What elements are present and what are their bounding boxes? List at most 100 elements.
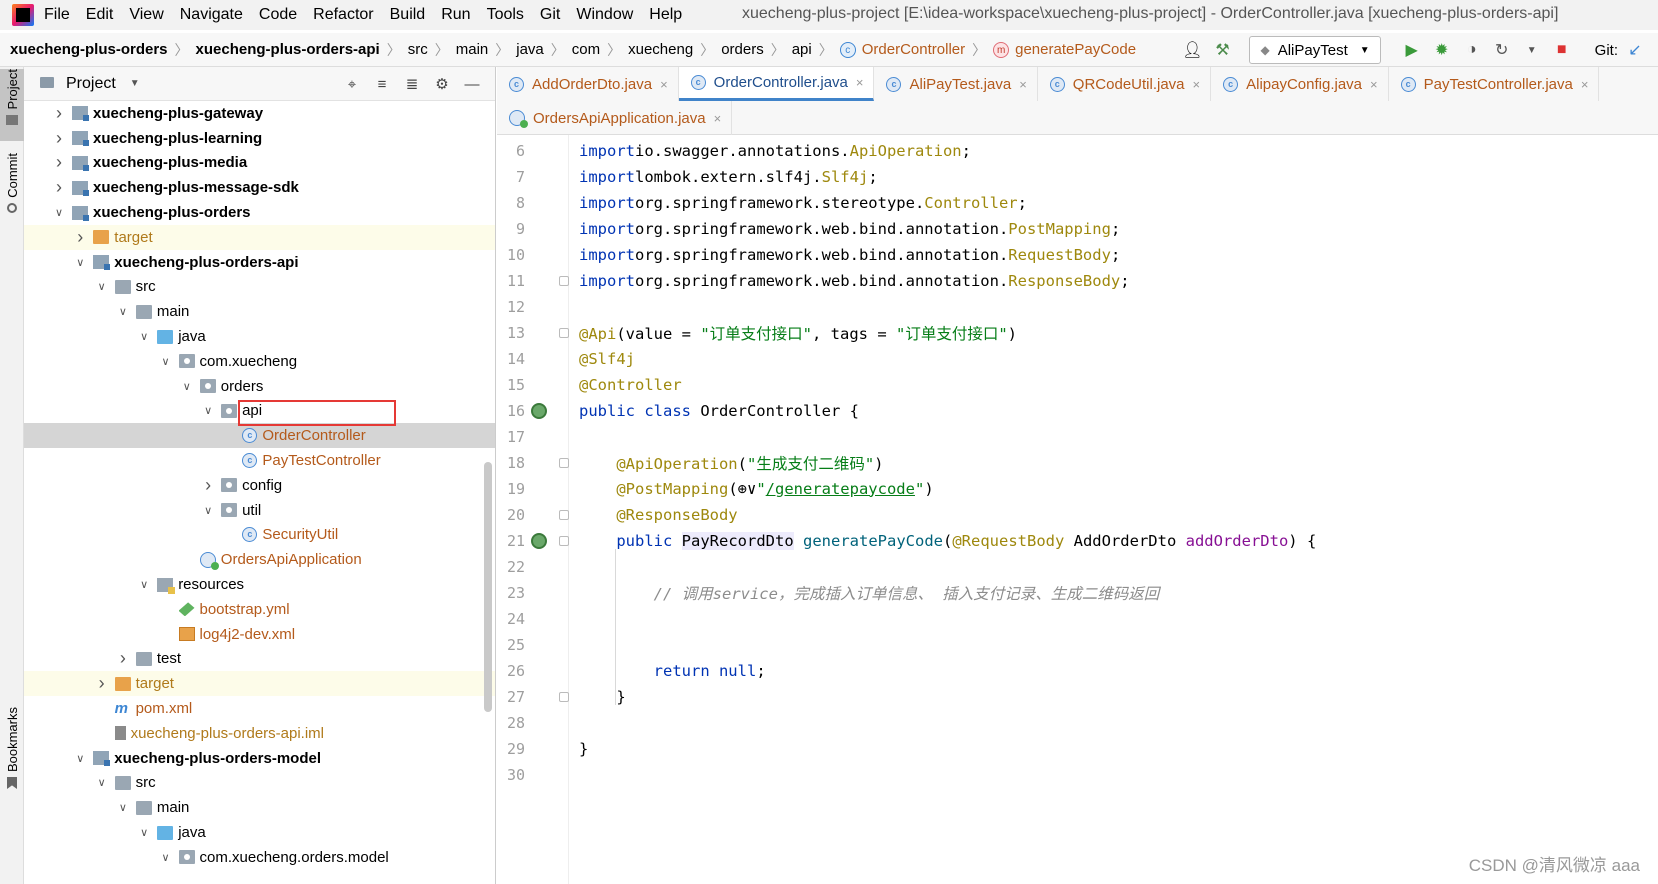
tree-node[interactable]: ∨ xuecheng-plus-orders: [24, 200, 495, 225]
tree-node[interactable]: › xuecheng-plus-learning: [24, 126, 495, 151]
chevron-down-icon[interactable]: ∨: [201, 504, 215, 517]
breadcrumb-item[interactable]: xuecheng: [628, 41, 693, 58]
code-editor[interactable]: 6 importio.swagger.annotations.ApiOperati…: [497, 135, 1658, 884]
profile-icon[interactable]: ↻: [1489, 37, 1515, 63]
tree-node[interactable]: › target: [24, 224, 495, 250]
breadcrumb-item[interactable]: orders: [721, 41, 764, 58]
tree-node[interactable]: ∨ resources: [24, 572, 495, 597]
menu-run[interactable]: Run: [441, 6, 470, 24]
tree-node[interactable]: ∨ com.xuecheng.orders.model: [24, 845, 495, 870]
tree-node[interactable]: ∨ util: [24, 498, 495, 523]
locate-icon[interactable]: ⌖: [337, 71, 367, 97]
build-hammer-icon[interactable]: ⚒: [1209, 37, 1235, 63]
breadcrumb-item[interactable]: com: [572, 41, 600, 58]
tree-node[interactable]: ∨ java: [24, 820, 495, 845]
menu-edit[interactable]: Edit: [86, 6, 114, 24]
spring-bean-icon[interactable]: [531, 532, 547, 549]
chevron-down-icon[interactable]: ∨: [180, 380, 194, 393]
coverage-icon[interactable]: ◑: [1459, 37, 1485, 63]
editor-tab[interactable]: c OrderController.java ×: [678, 67, 875, 101]
tree-node[interactable]: ∨ src: [24, 275, 495, 300]
git-update-icon[interactable]: ↙: [1622, 37, 1648, 63]
tree-node[interactable]: m pom.xml: [24, 696, 495, 721]
editor-tab[interactable]: c AddOrderDto.java ×: [497, 67, 679, 101]
chevron-right-icon[interactable]: ›: [52, 103, 66, 124]
chevron-down-icon[interactable]: ∨: [137, 826, 151, 839]
close-icon[interactable]: ×: [1370, 77, 1378, 92]
tree-node[interactable]: ∨ xuecheng-plus-orders-model: [24, 746, 495, 771]
bookmarks-tool-tab[interactable]: Bookmarks: [0, 707, 24, 807]
debug-icon[interactable]: ✹: [1429, 37, 1455, 63]
gear-icon[interactable]: ⚙: [427, 71, 457, 97]
menu-view[interactable]: View: [129, 6, 163, 24]
chevron-down-icon[interactable]: ∨: [116, 801, 130, 814]
tree-node[interactable]: › config: [24, 473, 495, 498]
tree-node[interactable]: log4j2-dev.xml: [24, 622, 495, 647]
menu-refactor[interactable]: Refactor: [313, 6, 373, 24]
menu-code[interactable]: Code: [259, 6, 297, 24]
chevron-down-icon[interactable]: ∨: [73, 752, 87, 765]
minimize-icon[interactable]: —: [457, 71, 487, 97]
chevron-right-icon[interactable]: ›: [201, 475, 215, 496]
fold-marker-icon[interactable]: [559, 691, 569, 702]
chevron-down-icon[interactable]: ∨: [52, 206, 66, 219]
fold-marker-icon[interactable]: [559, 327, 569, 338]
editor-tab[interactable]: c AlipayConfig.java ×: [1211, 67, 1389, 101]
chevron-down-icon[interactable]: ∨: [73, 256, 87, 269]
breadcrumb-item[interactable]: xuecheng-plus-orders-api: [196, 41, 380, 58]
tree-node[interactable]: ∨ main: [24, 795, 495, 820]
more-run-options-icon[interactable]: ▼: [1519, 37, 1545, 63]
chevron-right-icon[interactable]: ›: [73, 227, 87, 248]
breadcrumb-item[interactable]: xuecheng-plus-orders: [10, 41, 168, 58]
editor-tab[interactable]: c PayTestController.java ×: [1389, 67, 1600, 101]
menu-build[interactable]: Build: [390, 6, 426, 24]
collapse-all-icon[interactable]: ≣: [397, 71, 427, 97]
tree-scrollbar[interactable]: [484, 462, 492, 712]
editor-tab[interactable]: c AliPayTest.java ×: [874, 67, 1038, 101]
tree-node[interactable]: ∨ orders: [24, 374, 495, 399]
menu-git[interactable]: Git: [540, 6, 560, 24]
chevron-right-icon[interactable]: ›: [52, 152, 66, 173]
close-icon[interactable]: ×: [660, 77, 668, 92]
breadcrumb-item[interactable]: main: [456, 41, 489, 58]
chevron-right-icon[interactable]: ›: [116, 648, 130, 669]
tree-node[interactable]: › xuecheng-plus-message-sdk: [24, 175, 495, 200]
breadcrumb-item[interactable]: java: [516, 41, 544, 58]
tree-node[interactable]: › xuecheng-plus-media: [24, 151, 495, 176]
expand-all-icon[interactable]: ≡: [367, 71, 397, 97]
chevron-down-icon[interactable]: ∨: [116, 305, 130, 318]
tree-node[interactable]: › test: [24, 647, 495, 672]
menu-tools[interactable]: Tools: [487, 6, 524, 24]
chevron-down-icon[interactable]: ∨: [95, 776, 109, 789]
breadcrumb-item[interactable]: api: [792, 41, 812, 58]
close-icon[interactable]: ×: [1581, 77, 1589, 92]
close-icon[interactable]: ×: [1019, 77, 1027, 92]
tree-node[interactable]: ∨ java: [24, 324, 495, 349]
tree-node[interactable]: OrdersApiApplication: [24, 547, 495, 572]
run-icon[interactable]: ▶: [1399, 37, 1425, 63]
fold-marker-icon[interactable]: [559, 509, 569, 520]
breadcrumb-item[interactable]: m generatePayCode: [993, 41, 1136, 58]
tree-node[interactable]: ∨ src: [24, 771, 495, 796]
tree-node[interactable]: ∨ com.xuecheng: [24, 349, 495, 374]
stop-icon[interactable]: ■: [1549, 37, 1575, 63]
tree-node[interactable]: › xuecheng-plus-gateway: [24, 101, 495, 126]
user-icon[interactable]: 👤︎: [1179, 37, 1205, 63]
project-tool-tab[interactable]: Project: [0, 69, 24, 141]
tree-node[interactable]: c OrderController: [24, 423, 495, 449]
tree-node[interactable]: bootstrap.yml: [24, 597, 495, 622]
commit-tool-tab[interactable]: Commit: [0, 153, 24, 225]
tree-node[interactable]: c SecurityUtil: [24, 523, 495, 548]
tree-node[interactable]: ∨ main: [24, 299, 495, 324]
menu-file[interactable]: File: [44, 6, 70, 24]
chevron-down-icon[interactable]: ∨: [95, 280, 109, 293]
fold-marker-icon[interactable]: [559, 275, 569, 286]
tree-node[interactable]: › target: [24, 671, 495, 697]
editor-tab[interactable]: c QRCodeUtil.java ×: [1038, 67, 1212, 101]
breadcrumb-item[interactable]: src: [408, 41, 428, 58]
fold-marker-icon[interactable]: [559, 535, 569, 546]
chevron-right-icon[interactable]: ›: [52, 177, 66, 198]
tree-node[interactable]: ∨ xuecheng-plus-orders-api: [24, 250, 495, 275]
fold-marker-icon[interactable]: [559, 457, 569, 468]
project-panel-title[interactable]: Project: [66, 75, 116, 93]
